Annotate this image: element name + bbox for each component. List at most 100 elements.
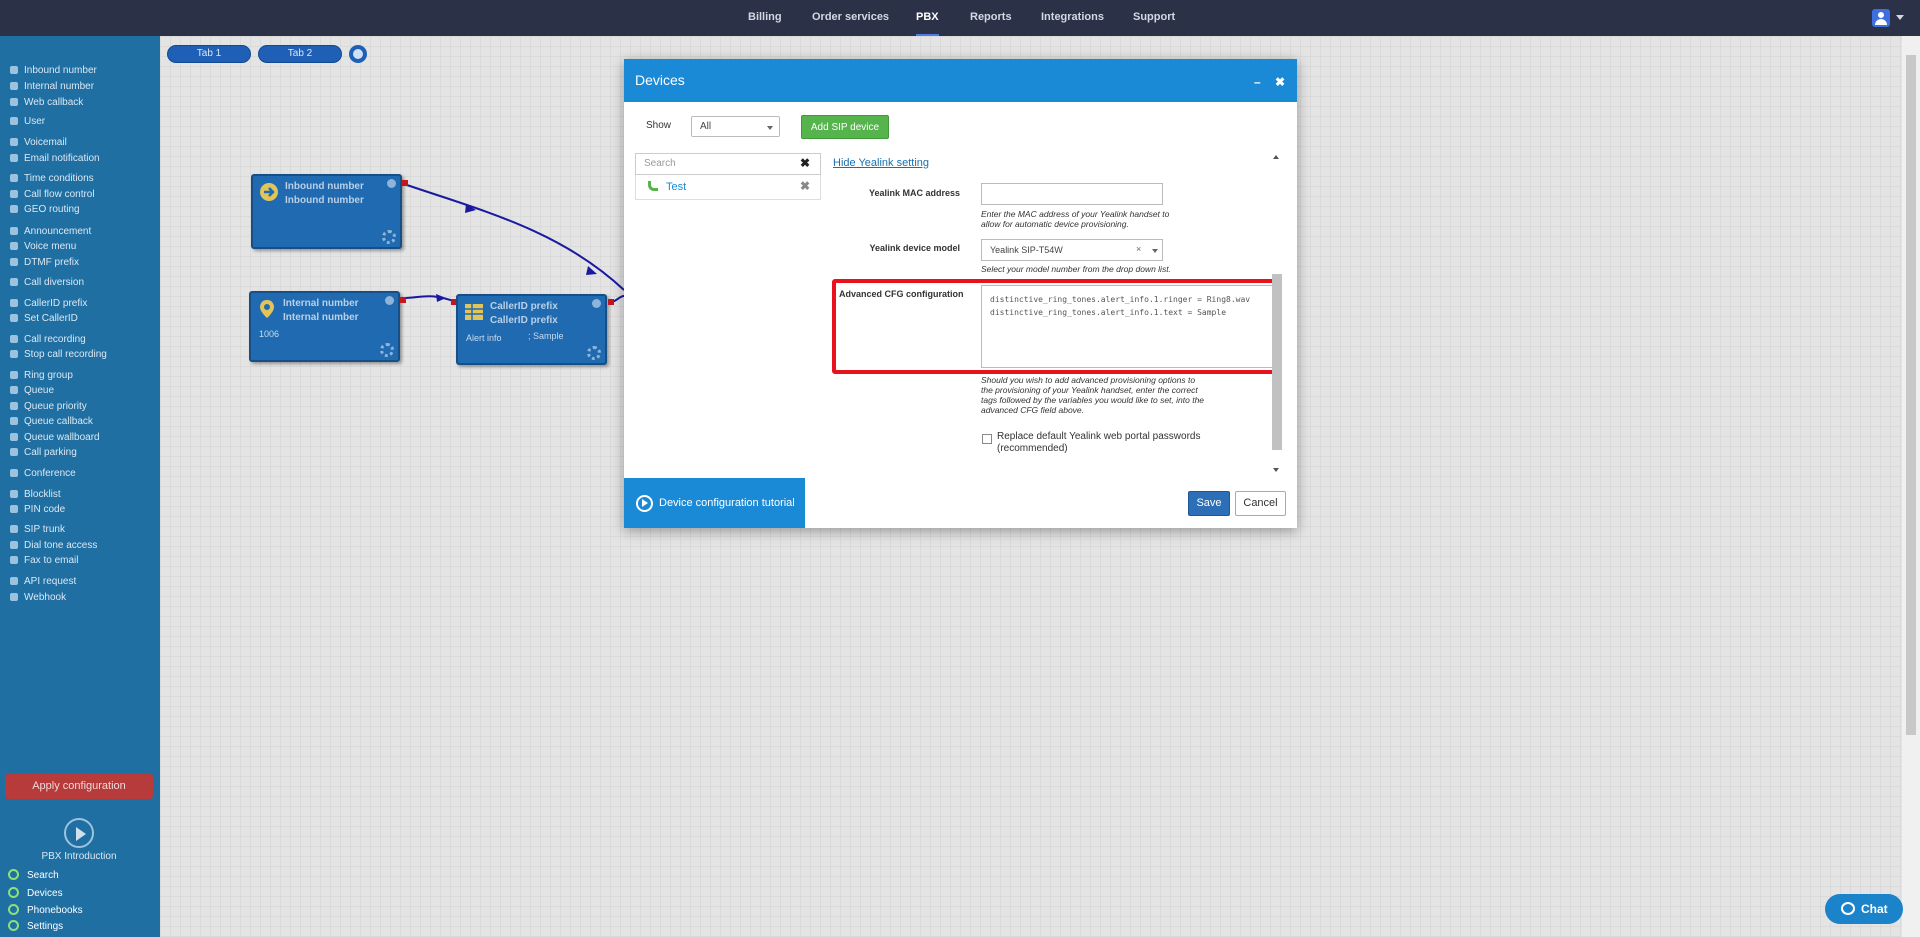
add-sip-device-button[interactable]: Add SIP device: [801, 115, 889, 139]
user-icon[interactable]: [1872, 9, 1890, 27]
sidebar-item-api-request[interactable]: API request: [10, 575, 76, 588]
cancel-button[interactable]: Cancel: [1235, 491, 1286, 516]
sidebar-item-voicemail[interactable]: Voicemail: [10, 136, 67, 149]
sidebar-item-webhook[interactable]: Webhook: [10, 591, 66, 604]
minimize-button[interactable]: –: [1254, 75, 1261, 89]
sidebar-item-icon: [10, 117, 18, 125]
show-select[interactable]: All: [691, 116, 780, 137]
sidebar-item-sip-trunk[interactable]: SIP trunk: [10, 523, 65, 536]
sidebar-item-pin-code[interactable]: PIN code: [10, 503, 65, 516]
close-icon[interactable]: [592, 299, 601, 308]
sidebar-item-dial-tone-access[interactable]: Dial tone access: [10, 539, 97, 552]
tab-1[interactable]: Tab 1: [167, 45, 251, 63]
sidebar-item-icon: [10, 433, 18, 441]
nav-support[interactable]: Support: [1133, 0, 1175, 36]
pbx-introduction-label[interactable]: PBX Introduction: [0, 851, 158, 862]
sidebar-item-call-parking[interactable]: Call parking: [10, 446, 77, 459]
nav-pbx[interactable]: PBX: [916, 0, 939, 36]
sidebar-bottom-settings[interactable]: Settings: [8, 920, 63, 932]
device-model-label: Yealink device model: [869, 243, 960, 253]
sidebar-item-announcement[interactable]: Announcement: [10, 225, 91, 238]
sidebar-item-icon: [10, 593, 18, 601]
sidebar-item-queue[interactable]: Queue: [10, 384, 54, 397]
chat-button[interactable]: Chat: [1825, 894, 1903, 924]
sidebar-item-blocklist[interactable]: Blocklist: [10, 488, 61, 501]
play-icon[interactable]: [64, 818, 94, 848]
nav-billing[interactable]: Billing: [748, 0, 782, 36]
sidebar-item-queue-priority[interactable]: Queue priority: [10, 400, 87, 413]
clear-selection-icon[interactable]: ×: [1136, 244, 1141, 254]
sidebar-item-geo-routing[interactable]: GEO routing: [10, 203, 80, 216]
sidebar-item-stop-call-recording[interactable]: Stop call recording: [10, 348, 107, 361]
node-alert-info-value: ; Sample: [528, 331, 564, 341]
save-button[interactable]: Save: [1188, 491, 1230, 516]
sidebar-item-conference[interactable]: Conference: [10, 467, 76, 480]
sidebar-item-callerid-prefix[interactable]: CallerID prefix: [10, 297, 87, 310]
gear-icon[interactable]: [380, 343, 394, 357]
nav-reports[interactable]: Reports: [970, 0, 1012, 36]
advanced-cfg-textarea[interactable]: distinctive_ring_tones.alert_info.1.ring…: [981, 285, 1273, 368]
close-button[interactable]: ✖: [1275, 75, 1285, 89]
sidebar-item-icon: [10, 371, 18, 379]
modal-scroll-thumb[interactable]: [1272, 274, 1282, 450]
sidebar-item-call-recording[interactable]: Call recording: [10, 333, 86, 346]
node-inbound-number[interactable]: Inbound number Inbound number: [251, 174, 402, 249]
tab-2[interactable]: Tab 2: [258, 45, 342, 63]
sidebar-item-ring-group[interactable]: Ring group: [10, 369, 73, 382]
modal-title: Devices: [635, 72, 685, 88]
device-tutorial-button[interactable]: Device configuration tutorial: [624, 478, 805, 528]
nav-integrations[interactable]: Integrations: [1041, 0, 1104, 36]
sidebar-item-call-flow-control[interactable]: Call flow control: [10, 188, 95, 201]
sidebar-item-fax-to-email[interactable]: Fax to email: [10, 554, 78, 567]
sidebar-bottom-devices[interactable]: Devices: [8, 887, 63, 899]
window-scroll-thumb[interactable]: [1906, 55, 1916, 735]
close-icon[interactable]: [387, 179, 396, 188]
node-callerid-prefix[interactable]: CallerID prefix CallerID prefix Alert inf…: [456, 294, 607, 365]
sidebar-item-internal-number[interactable]: Internal number: [10, 80, 94, 93]
sidebar-item-inbound-number[interactable]: Inbound number: [10, 64, 97, 77]
sidebar-item-queue-wallboard[interactable]: Queue wallboard: [10, 431, 100, 444]
sidebar-item-icon: [10, 417, 18, 425]
sidebar-bottom-search[interactable]: Search: [8, 869, 59, 881]
sidebar-item-icon: [10, 278, 18, 286]
add-tab-icon[interactable]: [349, 45, 367, 63]
show-label: Show: [646, 120, 672, 131]
replace-passwords-label[interactable]: Replace default Yealink web portal passw…: [997, 431, 1227, 455]
sidebar-item-set-callerid[interactable]: Set CallerID: [10, 312, 78, 325]
mac-address-input[interactable]: [981, 183, 1163, 205]
device-list-item[interactable]: Test ✖: [635, 175, 821, 200]
scroll-up-icon[interactable]: [1273, 155, 1279, 159]
clear-search-icon[interactable]: ✖: [800, 156, 810, 170]
sidebar-item-icon: [10, 314, 18, 322]
sidebar-bottom-phonebooks[interactable]: Phonebooks: [8, 904, 83, 916]
sidebar-item-web-callback[interactable]: Web callback: [10, 96, 83, 109]
apply-configuration-button[interactable]: Apply configuration: [5, 774, 153, 799]
delete-device-icon[interactable]: ✖: [800, 179, 810, 193]
chevron-down-icon[interactable]: [1896, 15, 1904, 20]
sidebar-item-call-diversion[interactable]: Call diversion: [10, 276, 84, 289]
device-search-input[interactable]: Search: [635, 153, 821, 175]
gear-icon[interactable]: [382, 230, 396, 244]
hide-yealink-link[interactable]: Hide Yealink setting: [833, 157, 929, 169]
map-pin-icon: [260, 300, 274, 318]
sidebar-item-user[interactable]: User: [10, 115, 45, 128]
node-port[interactable]: [400, 297, 406, 303]
sidebar-item-email-notification[interactable]: Email notification: [10, 152, 100, 165]
sidebar-item-icon: [10, 448, 18, 456]
arrow-right-circle-icon: [260, 183, 278, 201]
sidebar-item-dtmf-prefix[interactable]: DTMF prefix: [10, 256, 79, 269]
replace-passwords-checkbox[interactable]: [982, 434, 992, 444]
sidebar-item-icon: [10, 541, 18, 549]
sidebar-item-voice-menu[interactable]: Voice menu: [10, 240, 76, 253]
sidebar-item-time-conditions[interactable]: Time conditions: [10, 172, 94, 185]
close-icon[interactable]: [385, 296, 394, 305]
scroll-down-icon[interactable]: [1273, 468, 1279, 472]
sidebar-item-queue-callback[interactable]: Queue callback: [10, 415, 93, 428]
gear-icon[interactable]: [587, 346, 601, 360]
device-model-select[interactable]: Yealink SIP-T54W ×: [981, 239, 1163, 261]
node-internal-number[interactable]: Internal number Internal number 1006: [249, 291, 400, 362]
node-port[interactable]: [608, 299, 614, 305]
node-port[interactable]: [402, 180, 408, 186]
nav-order-services[interactable]: Order services: [812, 0, 889, 36]
sidebar-item-icon: [10, 258, 18, 266]
